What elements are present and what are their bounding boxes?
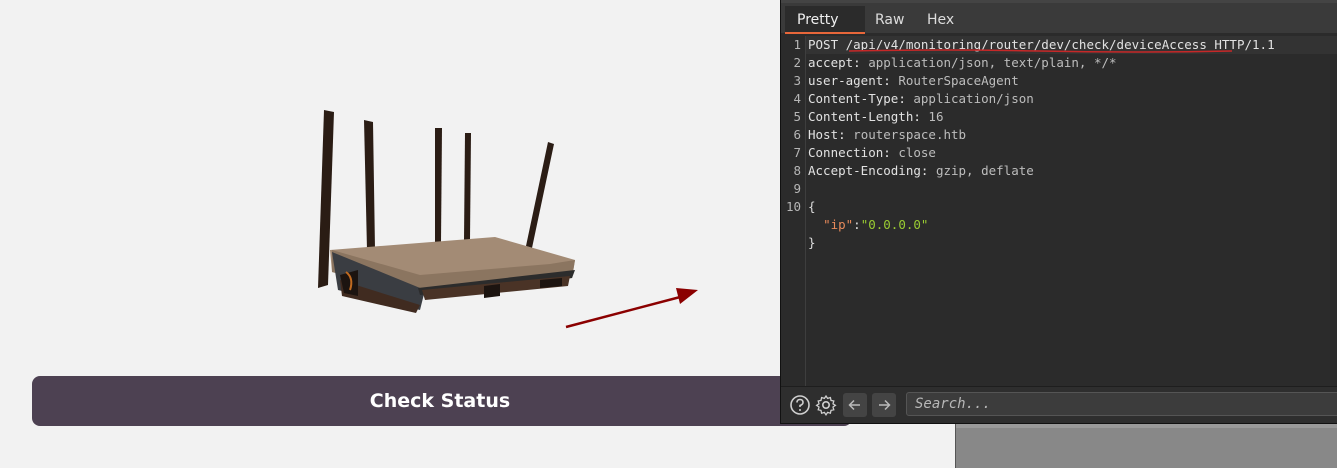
- header-line: Content-Length: 16: [808, 109, 944, 124]
- line-number: 2: [793, 55, 801, 70]
- line-number: 1: [793, 37, 801, 52]
- tab-pretty[interactable]: Pretty: [785, 6, 865, 34]
- header-line: Content-Type: application/json: [808, 91, 1034, 106]
- json-close-brace: }: [808, 235, 816, 250]
- burp-request-panel: Pretty Raw Hex 1 2 3 4 5 6 7 8 9 10 POST…: [780, 0, 1337, 424]
- editor-statusbar: [781, 386, 1337, 423]
- json-open-brace: {: [808, 199, 816, 214]
- header-line: accept: application/json, text/plain, */…: [808, 55, 1117, 70]
- search-input[interactable]: [906, 392, 1337, 416]
- background-window: [955, 420, 1337, 468]
- header-line: Accept-Encoding: gzip, deflate: [808, 163, 1034, 178]
- line-number: 5: [793, 109, 801, 124]
- router-image: [318, 110, 698, 329]
- line-number: 3: [793, 73, 801, 88]
- tab-raw[interactable]: Raw: [863, 6, 916, 34]
- view-tabs: Pretty Raw Hex: [781, 0, 1337, 34]
- line-number: 9: [793, 181, 801, 196]
- line-number: 4: [793, 91, 801, 106]
- header-line: Host: routerspace.htb: [808, 127, 967, 142]
- line-number: 6: [793, 127, 801, 142]
- gear-icon[interactable]: [813, 392, 839, 418]
- line-number: 10: [785, 199, 801, 214]
- question-circle-icon[interactable]: [787, 392, 813, 418]
- red-underline: [849, 49, 1232, 53]
- json-ip-line: "ip":"0.0.0.0": [823, 217, 929, 232]
- line-number: 7: [793, 145, 801, 160]
- line-gutter: 1 2 3 4 5 6 7 8 9 10: [781, 36, 806, 386]
- arrow-left-icon[interactable]: [843, 393, 867, 417]
- arrow-right-icon[interactable]: [872, 393, 896, 417]
- line-number: 8: [793, 163, 801, 178]
- request-editor[interactable]: 1 2 3 4 5 6 7 8 9 10 POST /api/v4/monito…: [781, 36, 1337, 386]
- check-status-button[interactable]: Check Status: [32, 376, 852, 426]
- header-line: user-agent: RouterSpaceAgent: [808, 73, 1019, 88]
- header-line: Connection: close: [808, 145, 936, 160]
- tab-hex[interactable]: Hex: [915, 6, 966, 34]
